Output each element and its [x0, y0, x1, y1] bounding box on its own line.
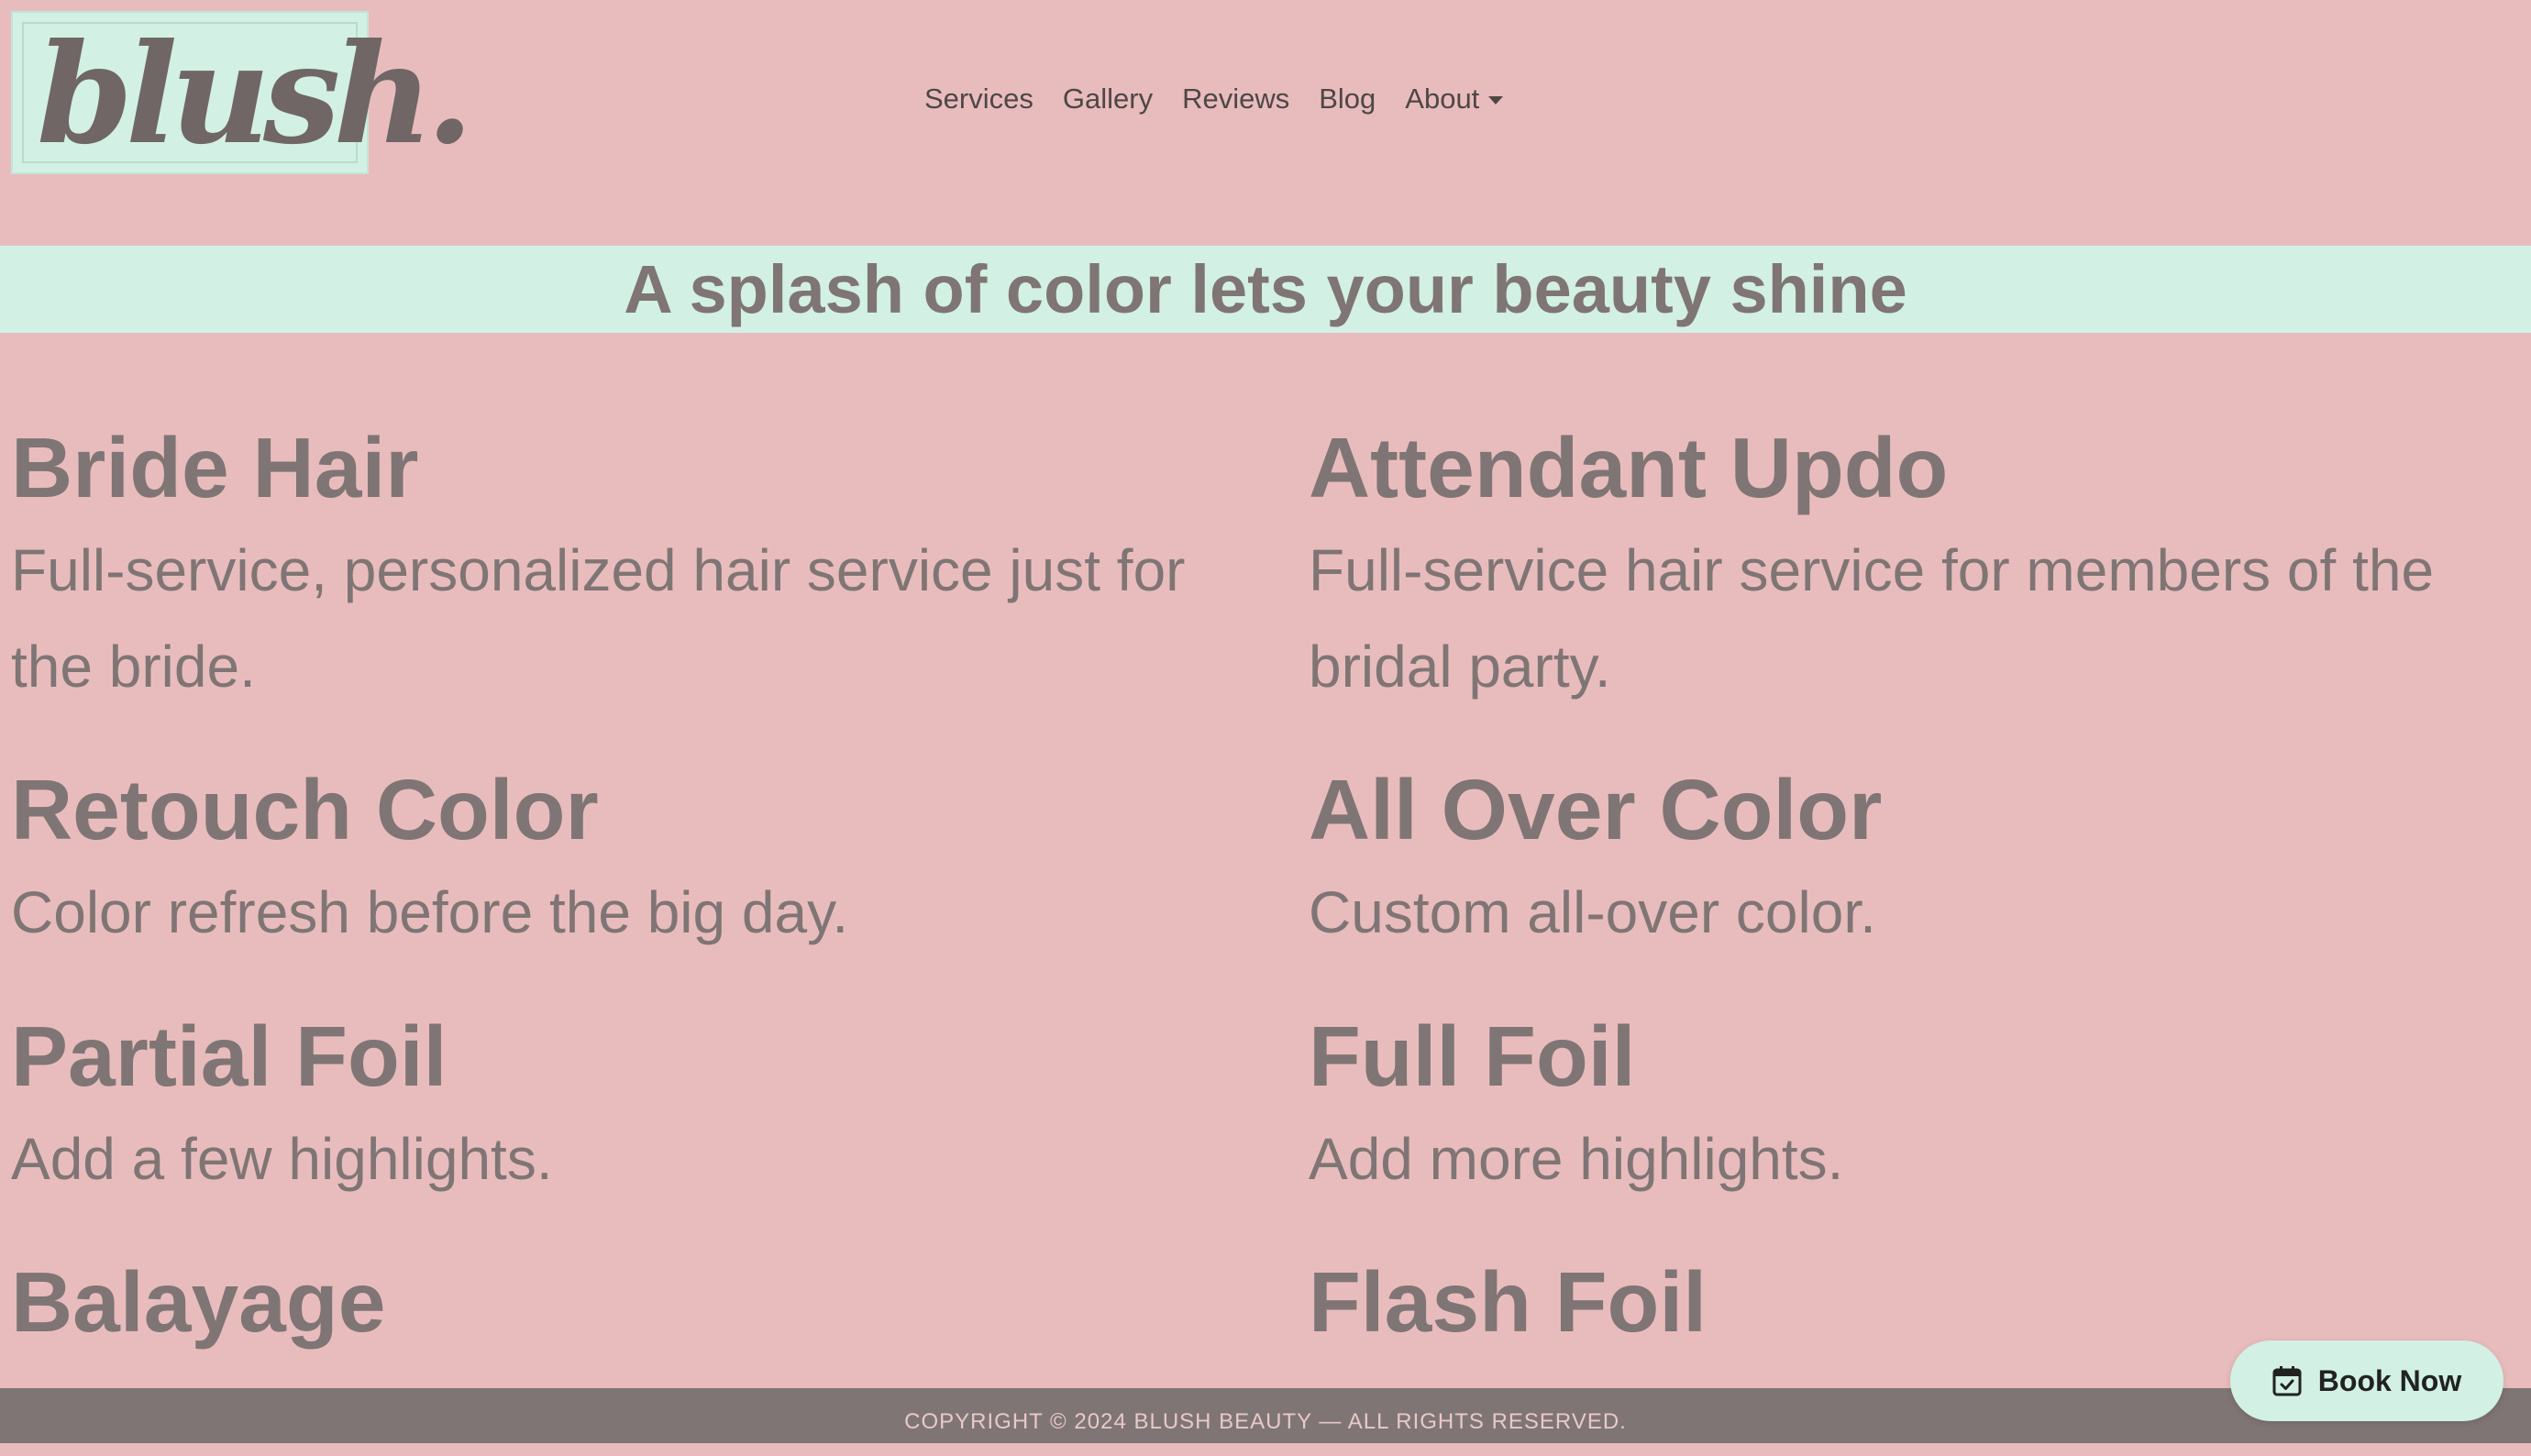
service-title: Attendant Updo: [1309, 420, 1949, 515]
nav-item-about[interactable]: About: [1390, 83, 1518, 116]
service-description: Add a few highlights.: [11, 1126, 553, 1192]
nav-item-services[interactable]: Services: [924, 83, 1048, 116]
service-title: Partial Foil: [11, 1009, 448, 1104]
service-description: Full-service hair service for members of…: [1309, 537, 2435, 700]
logo-text: blush.: [37, 14, 474, 175]
service-description: Add more highlights.: [1309, 1126, 1844, 1192]
service-retouch-color: Retouch Color Color refresh before the b…: [11, 755, 1240, 961]
copyright-text: COPYRIGHT © 2024 BLUSH BEAUTY — ALL RIGH…: [904, 1409, 1627, 1434]
service-description: Full-service, personalized hair service …: [11, 537, 1186, 700]
service-attendant-updo: Attendant Updo Full-service hair service…: [1309, 413, 2531, 715]
nav-item-blog[interactable]: Blog: [1304, 83, 1390, 116]
caret-down-icon: [1488, 96, 1504, 105]
service-title: Retouch Color: [11, 762, 599, 857]
footer: COPYRIGHT © 2024 BLUSH BEAUTY — ALL RIGH…: [0, 1388, 2531, 1443]
service-bride-hair: Bride Hair Full-service, personalized ha…: [11, 413, 1240, 715]
book-now-label: Book Now: [2317, 1363, 2462, 1397]
calendar-check-icon: [2272, 1366, 2302, 1396]
service-balayage: Balayage: [11, 1247, 1240, 1357]
tagline-heading: A splash of color lets your beauty shine: [624, 251, 1907, 327]
main-nav: Services Gallery Reviews Blog About: [924, 83, 1518, 116]
service-title: Full Foil: [1309, 1009, 1636, 1104]
logo[interactable]: blush.: [11, 11, 474, 174]
nav-item-gallery[interactable]: Gallery: [1048, 83, 1167, 116]
nav-item-reviews[interactable]: Reviews: [1167, 83, 1304, 116]
book-now-button[interactable]: Book Now: [2230, 1340, 2503, 1421]
service-title: All Over Color: [1309, 762, 1883, 857]
service-partial-foil: Partial Foil Add a few highlights.: [11, 1001, 1240, 1208]
nav-about-label: About: [1405, 83, 1480, 115]
service-all-over-color: All Over Color Custom all-over color.: [1309, 755, 2531, 961]
service-description: Custom all-over color.: [1309, 879, 1876, 945]
service-title: Bride Hair: [11, 420, 419, 515]
service-description: Color refresh before the big day.: [11, 879, 849, 945]
service-full-foil: Full Foil Add more highlights.: [1309, 1001, 2531, 1208]
tagline-banner: A splash of color lets your beauty shine: [0, 246, 2531, 333]
service-title: Balayage: [11, 1254, 386, 1350]
